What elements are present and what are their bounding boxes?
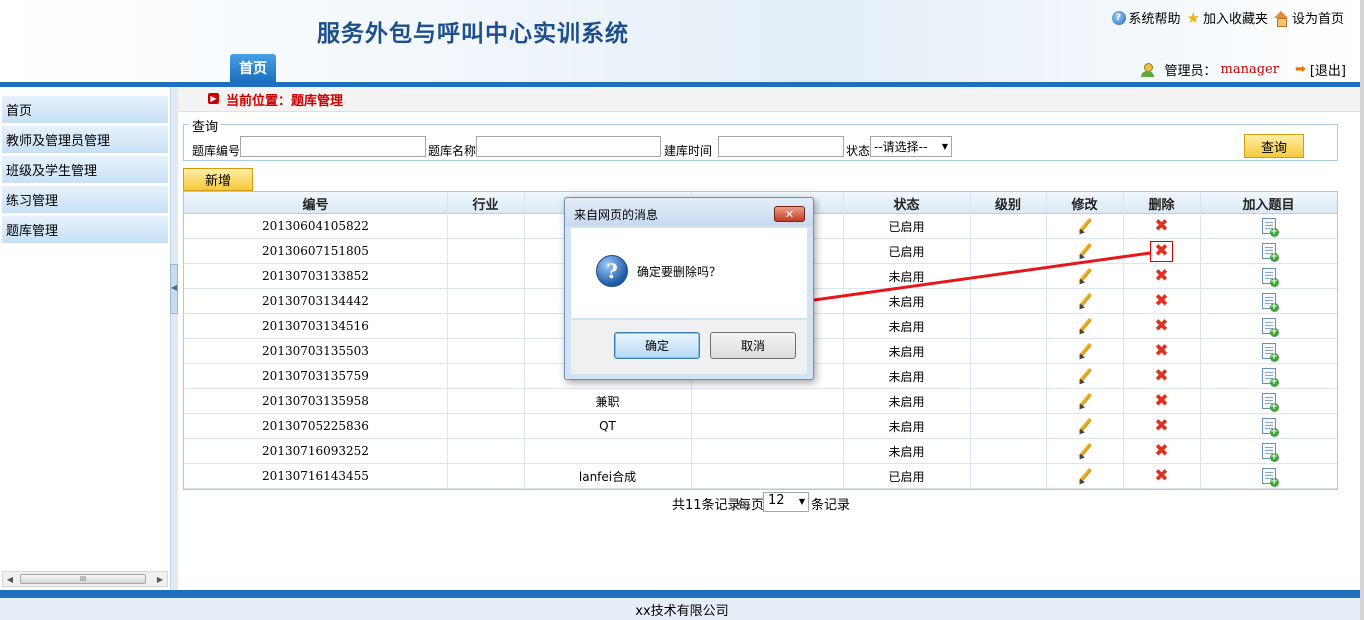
close-icon: ✕ bbox=[784, 207, 795, 221]
dialog-message: 确定要删除吗？ bbox=[637, 265, 722, 279]
dialog-title: 来自网页的消息 bbox=[574, 208, 659, 222]
arrow-shaft bbox=[799, 251, 1151, 304]
dialog-ok-button[interactable]: 确定 bbox=[614, 332, 700, 359]
dialog-close-button[interactable]: ✕ bbox=[774, 206, 805, 222]
app-window: 服务外包与呼叫中心实训系统 ? 系统帮助 ★ 加入收藏夹 设为首页 首页 管理员… bbox=[0, 0, 1364, 620]
dialog-titlebar[interactable]: 来自网页的消息 ✕ bbox=[565, 198, 813, 226]
question-icon: ? bbox=[596, 255, 628, 287]
dialog-body: ? 确定要删除吗？ bbox=[571, 228, 807, 318]
confirm-dialog: 来自网页的消息 ✕ ? 确定要删除吗？ 确定 取消 bbox=[564, 197, 814, 380]
dialog-cancel-button[interactable]: 取消 bbox=[710, 332, 796, 359]
